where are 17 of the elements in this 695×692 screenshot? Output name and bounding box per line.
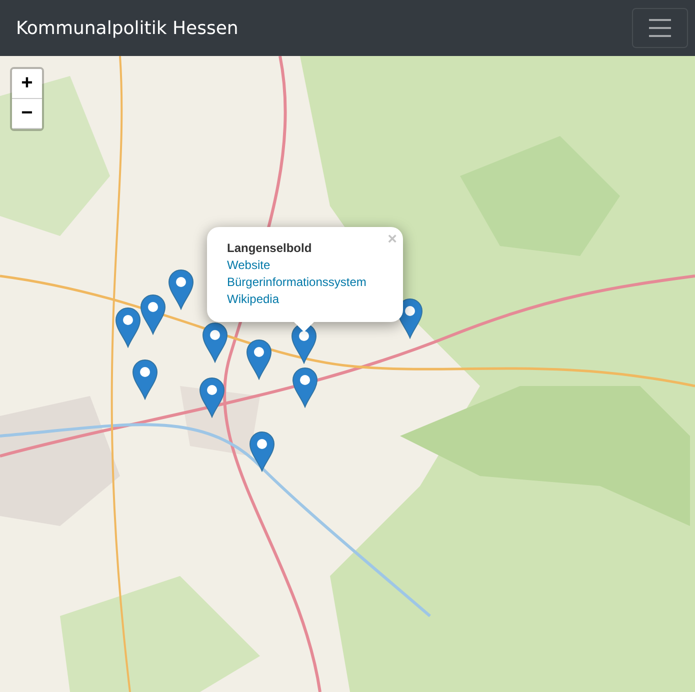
- popup-link[interactable]: Website: [227, 257, 383, 274]
- map-marker-icon[interactable]: [246, 339, 272, 380]
- popup-link[interactable]: Wikipedia: [227, 291, 383, 308]
- popup-link[interactable]: Bürgerinformationssystem: [227, 274, 383, 291]
- menu-button[interactable]: [632, 8, 688, 48]
- map-marker-icon[interactable]: [115, 307, 141, 348]
- zoom-in-button[interactable]: +: [12, 69, 42, 99]
- map-marker-icon[interactable]: [292, 367, 318, 408]
- brand-title[interactable]: Kommunalpolitik Hessen: [16, 18, 238, 38]
- map-marker-icon[interactable]: [202, 322, 228, 363]
- map-marker-icon[interactable]: [140, 294, 166, 335]
- zoom-out-button[interactable]: −: [12, 99, 42, 129]
- popup-title: Langenselbold: [227, 240, 313, 257]
- map-marker-icon[interactable]: [199, 377, 225, 418]
- map-marker-icon[interactable]: [168, 269, 194, 310]
- map-marker-icon[interactable]: [249, 431, 275, 472]
- map-marker-icon[interactable]: [132, 359, 158, 400]
